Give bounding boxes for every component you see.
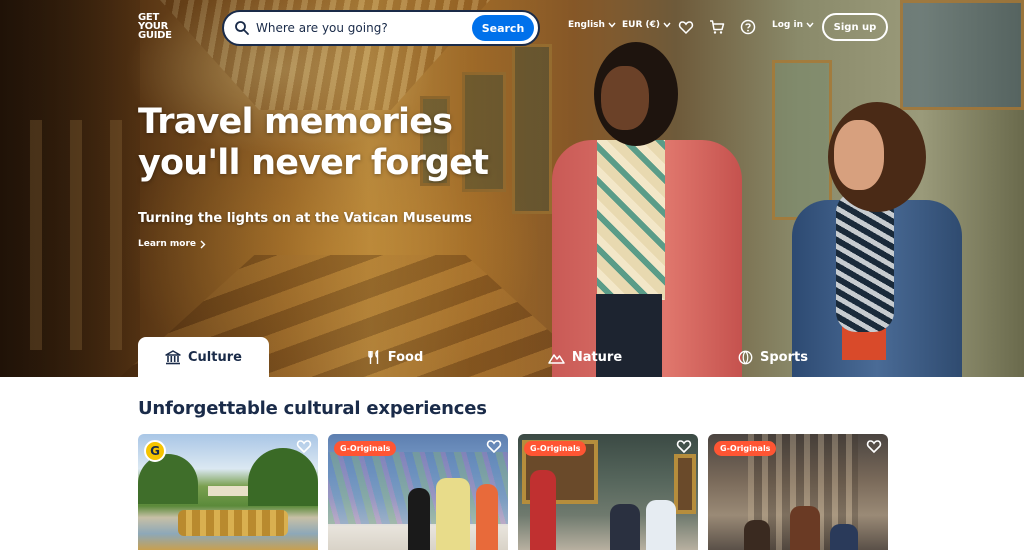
language-selector[interactable]: English bbox=[568, 20, 616, 30]
search-icon bbox=[235, 21, 249, 35]
language-label: English bbox=[568, 20, 605, 30]
tab-label: Nature bbox=[571, 349, 623, 365]
learn-more-link[interactable]: Learn more bbox=[138, 239, 206, 249]
mountain-icon bbox=[548, 353, 565, 364]
activity-card[interactable]: G-Originals bbox=[328, 434, 508, 550]
currency-label: EUR (€) bbox=[622, 20, 661, 30]
login-label: Log in bbox=[772, 20, 803, 30]
activity-card[interactable]: G-Originals bbox=[708, 434, 888, 550]
hero-headline: Travel memories you'll never forget bbox=[138, 102, 498, 184]
getyourguide-logo[interactable]: GET YOUR GUIDE bbox=[138, 13, 178, 41]
heart-icon[interactable] bbox=[678, 19, 694, 35]
person-scarf bbox=[836, 192, 894, 332]
card-image-person bbox=[610, 504, 640, 550]
heart-icon[interactable] bbox=[676, 438, 692, 454]
login-menu[interactable]: Log in bbox=[772, 20, 814, 30]
getyourguide-badge: G bbox=[144, 440, 166, 462]
activity-card[interactable]: G bbox=[138, 434, 318, 550]
card-image-person bbox=[408, 488, 430, 550]
card-image-frame bbox=[674, 454, 696, 514]
heart-icon[interactable] bbox=[296, 438, 312, 454]
originals-badge: G-Originals bbox=[524, 441, 587, 456]
tab-nature[interactable]: Nature bbox=[530, 337, 640, 377]
card-image-person bbox=[476, 484, 498, 550]
section-title: Unforgettable cultural experiences bbox=[138, 398, 487, 419]
card-image-person bbox=[436, 478, 470, 550]
tab-label: Food bbox=[387, 349, 424, 365]
hero-subheading: Turning the lights on at the Vatican Mus… bbox=[138, 211, 473, 226]
card-image-trees bbox=[138, 454, 198, 504]
hero-headline-line: Travel memories bbox=[138, 102, 453, 142]
person-face bbox=[834, 120, 884, 190]
card-image-person bbox=[744, 520, 770, 550]
logo-line: GUIDE bbox=[138, 30, 172, 41]
heart-icon[interactable] bbox=[486, 438, 502, 454]
hero-banner[interactable] bbox=[0, 0, 1024, 377]
help-icon[interactable] bbox=[740, 19, 756, 35]
chevron-right-icon bbox=[200, 240, 206, 248]
search-bar: Search bbox=[222, 10, 540, 46]
tab-food[interactable]: Food bbox=[340, 337, 450, 377]
search-button[interactable]: Search bbox=[472, 15, 534, 41]
museum-icon bbox=[165, 349, 181, 364]
chevron-down-icon bbox=[806, 22, 814, 28]
tab-label: Sports bbox=[760, 349, 808, 365]
person-face bbox=[601, 66, 649, 130]
originals-badge: G-Originals bbox=[334, 441, 397, 456]
person-shirt bbox=[597, 140, 665, 300]
tab-culture[interactable]: Culture bbox=[138, 337, 269, 377]
tab-sports[interactable]: Sports bbox=[718, 337, 828, 377]
card-image-palace bbox=[208, 486, 248, 496]
card-image-person bbox=[646, 500, 676, 550]
cart-icon[interactable] bbox=[709, 19, 725, 35]
signup-button[interactable]: Sign up bbox=[822, 13, 888, 41]
card-image-person bbox=[790, 506, 820, 550]
hero-headline-line: you'll never forget bbox=[138, 143, 489, 183]
card-image-trees bbox=[248, 448, 318, 506]
search-input[interactable] bbox=[256, 18, 466, 38]
card-image-fountain bbox=[178, 510, 288, 536]
activity-card[interactable]: G-Originals bbox=[518, 434, 698, 550]
card-image-person bbox=[830, 524, 858, 550]
originals-badge: G-Originals bbox=[714, 441, 777, 456]
ball-icon bbox=[738, 350, 753, 364]
chevron-down-icon bbox=[663, 22, 671, 28]
currency-selector[interactable]: EUR (€) bbox=[622, 20, 671, 30]
fork-knife-icon bbox=[368, 349, 378, 364]
learn-more-label: Learn more bbox=[138, 239, 196, 249]
chevron-down-icon bbox=[608, 22, 616, 28]
heart-icon[interactable] bbox=[866, 438, 882, 454]
tab-label: Culture bbox=[188, 349, 242, 365]
card-image-person bbox=[530, 470, 556, 550]
